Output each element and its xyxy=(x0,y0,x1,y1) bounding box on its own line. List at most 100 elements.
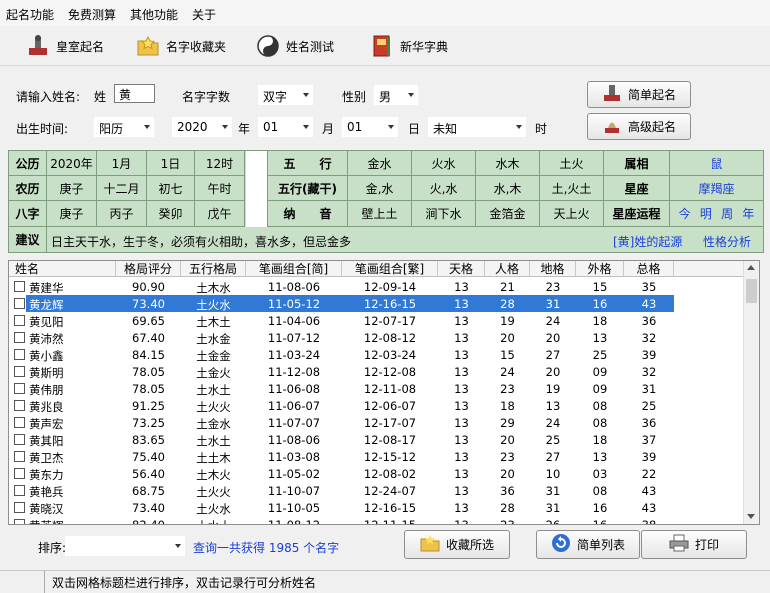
table-row[interactable]: 黄声宏 73.25 土金水 11-07-07 12-17-07 13 29 24 08 36 xyxy=(9,414,745,431)
row-checkbox[interactable] xyxy=(14,417,25,428)
row-checkbox[interactable] xyxy=(14,281,25,292)
surname-input[interactable]: 黄 xyxy=(114,84,155,103)
menu-free-test[interactable]: 免费测算 xyxy=(68,6,116,23)
scroll-up-icon[interactable] xyxy=(747,265,755,270)
zodiac-value[interactable]: 鼠 xyxy=(670,151,763,176)
solar-label: 公历 xyxy=(9,151,47,176)
advanced-naming-button[interactable]: 高级起名 xyxy=(587,113,691,140)
table-row[interactable]: 黄龙辉 73.40 土火水 11-05-12 12-16-15 13 28 31 16 43 xyxy=(9,295,745,312)
row-checkbox[interactable] xyxy=(14,349,25,360)
name-test-button[interactable]: 姓名测试 xyxy=(256,32,334,60)
horoscope-today-link[interactable]: 今 xyxy=(679,205,691,222)
column-header[interactable]: 格局评分 xyxy=(116,261,181,277)
table-row[interactable]: 黄建华 90.90 土木水 11-08-06 12-09-14 13 21 23 15 35 xyxy=(9,278,745,295)
row-checkbox[interactable] xyxy=(14,298,25,309)
dictionary-button[interactable]: 新华字典 xyxy=(370,32,448,60)
menu-naming[interactable]: 起名功能 xyxy=(6,6,54,23)
hour-select[interactable]: 未知 xyxy=(428,117,526,137)
cell-5: 13 xyxy=(454,280,469,294)
table-row[interactable]: 黄其阳 83.65 土水土 11-08-06 12-08-17 13 20 25 18 37 xyxy=(9,431,745,448)
day-select[interactable]: 01 xyxy=(342,117,398,137)
horoscope-week-link[interactable]: 周 xyxy=(721,205,733,222)
row-checkbox[interactable] xyxy=(14,332,25,343)
cell-0: 黄伟朋 xyxy=(29,383,64,397)
solar-hour: 12时 xyxy=(195,151,245,176)
row-checkbox[interactable] xyxy=(14,434,25,445)
lunar-day: 初七 xyxy=(147,176,195,201)
cell-7: 27 xyxy=(545,450,561,464)
year-select[interactable]: 2020 xyxy=(172,117,232,137)
table-row[interactable]: 黄东力 56.40 土木火 11-05-02 12-08-02 13 20 10 03 22 xyxy=(9,465,745,482)
horoscope-year-link[interactable]: 年 xyxy=(742,205,754,222)
table-row[interactable]: 黄伟朋 78.05 土水土 11-06-08 12-11-08 13 23 19 09 31 xyxy=(9,380,745,397)
simple-naming-button[interactable]: 简单起名 xyxy=(587,81,691,108)
row-checkbox[interactable] xyxy=(14,502,25,513)
calendar-value: 阳历 xyxy=(99,122,124,136)
row-checkbox[interactable] xyxy=(14,366,25,377)
column-header[interactable]: 笔画组合[简] xyxy=(246,261,342,277)
cell-6: 15 xyxy=(500,348,515,362)
table-row[interactable]: 黄沛然 67.40 土水金 11-07-12 12-08-12 13 20 20 13 32 xyxy=(9,329,745,346)
column-header[interactable]: 笔画组合[繁] xyxy=(342,261,438,277)
cell-0: 黄英辉 xyxy=(29,518,64,524)
surname-origin-link[interactable]: [黄]姓的起源 xyxy=(613,233,682,250)
cell-7: 24 xyxy=(545,314,561,328)
row-checkbox[interactable] xyxy=(14,468,25,479)
simple-list-button[interactable]: 简单列表 xyxy=(536,530,640,559)
column-header[interactable]: 五行格局 xyxy=(181,261,246,277)
scroll-down-icon[interactable] xyxy=(747,514,755,519)
table-row[interactable]: 黄小鑫 84.15 土金金 11-03-24 12-03-24 13 15 27 25 39 xyxy=(9,346,745,363)
scroll-thumb[interactable] xyxy=(746,279,757,303)
column-header[interactable]: 总格 xyxy=(624,261,674,277)
table-row[interactable]: 黄艳兵 68.75 土火火 11-10-07 12-24-07 13 36 31 08 43 xyxy=(9,482,745,499)
name-count-select[interactable]: 双字 xyxy=(258,85,313,105)
row-checkbox[interactable] xyxy=(14,485,25,496)
sort-select[interactable] xyxy=(65,536,185,556)
print-button[interactable]: 打印 xyxy=(641,530,747,559)
cell-4: 12-08-17 xyxy=(363,433,417,447)
cell-6: 24 xyxy=(500,365,515,379)
horoscope-tomorrow-link[interactable]: 明 xyxy=(700,205,712,222)
table-row[interactable]: 黄英辉 82.40 土水土 11-08-12 12-11-15 13 23 26 16 38 xyxy=(9,516,745,525)
table-row[interactable]: 黄见阳 69.65 土木土 11-04-06 12-07-17 13 19 24 18 36 xyxy=(9,312,745,329)
cell-2: 土火火 xyxy=(196,485,231,499)
table-row[interactable]: 黄晓汉 73.40 土火水 11-10-05 12-16-15 13 28 31 16 43 xyxy=(9,499,745,516)
cell-3: 11-08-12 xyxy=(267,518,321,525)
favorites-button[interactable]: 名字收藏夹 xyxy=(136,32,226,60)
column-header[interactable]: 天格 xyxy=(438,261,485,277)
personality-analysis-link[interactable]: 性格分析 xyxy=(703,233,751,250)
constellation-value[interactable]: 摩羯座 xyxy=(670,176,763,201)
column-header[interactable]: 人格 xyxy=(485,261,530,277)
royal-naming-button[interactable]: 皇室起名 xyxy=(26,32,104,60)
cell-1: 90.90 xyxy=(132,280,165,294)
month-select[interactable]: 01 xyxy=(258,117,313,137)
collect-selected-button[interactable]: 收藏所选 xyxy=(404,530,510,559)
row-checkbox[interactable] xyxy=(14,451,25,462)
cell-6: 36 xyxy=(500,484,515,498)
gender-select[interactable]: 男 xyxy=(374,85,418,105)
calendar-select[interactable]: 阳历 xyxy=(94,117,154,137)
column-header[interactable]: 外格 xyxy=(576,261,624,277)
vertical-scrollbar[interactable] xyxy=(743,261,759,524)
menu-about[interactable]: 关于 xyxy=(192,6,216,23)
cell-7: 24 xyxy=(545,416,561,430)
table-row[interactable]: 黄兆良 91.25 土火火 11-06-07 12-06-07 13 18 13 08 25 xyxy=(9,397,745,414)
name-list[interactable]: 姓名 格局评分 五行格局 笔画组合[简] 笔画组合[繁] 天格 人格 地格 外格 总格 黄建华 90… xyxy=(8,260,760,525)
table-row[interactable]: 黄卫杰 75.40 土土木 11-03-08 12-15-12 13 23 27 13 39 xyxy=(9,448,745,465)
row-checkbox[interactable] xyxy=(14,400,25,411)
cell-0: 黄东力 xyxy=(29,468,64,482)
wuxing-hidden-month: 火,水 xyxy=(412,176,476,201)
stamp-icon xyxy=(602,83,622,106)
column-header[interactable]: 姓名 xyxy=(9,261,116,277)
column-header[interactable]: 地格 xyxy=(530,261,576,277)
wuxing-day: 水木 xyxy=(476,151,540,176)
row-checkbox[interactable] xyxy=(14,315,25,326)
row-checkbox[interactable] xyxy=(14,383,25,394)
row-checkbox[interactable] xyxy=(14,519,25,524)
sort-label: 排序: xyxy=(38,541,67,555)
cell-2: 土水土 xyxy=(196,383,231,397)
book-icon xyxy=(370,34,394,58)
table-row[interactable]: 黄斯明 78.05 土金火 11-12-08 12-12-08 13 24 20 09 32 xyxy=(9,363,745,380)
menu-other[interactable]: 其他功能 xyxy=(130,6,178,23)
collect-selected-label: 收藏所选 xyxy=(445,538,494,552)
